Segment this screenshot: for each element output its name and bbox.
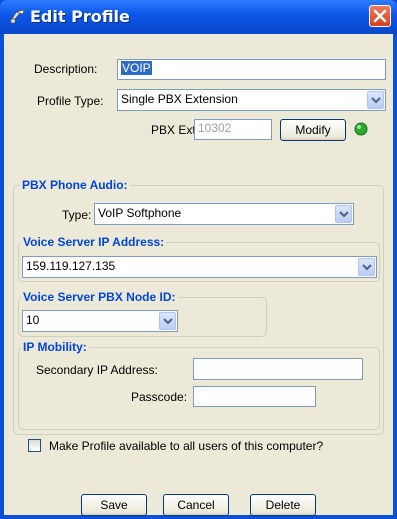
save-button[interactable]: Save: [81, 494, 147, 516]
description-label: Description:: [34, 62, 98, 76]
secondary-ip-label: Secondary IP Address:: [36, 363, 158, 377]
pbx-ext-value: 10302: [198, 121, 232, 135]
secondary-ip-input[interactable]: [193, 358, 363, 380]
cancel-button-label: Cancel: [177, 498, 215, 512]
audio-type-label: Type:: [62, 208, 92, 222]
make-available-label: Make Profile available to all users of t…: [49, 439, 324, 453]
voice-server-node-title: Voice Server PBX Node ID:: [21, 290, 178, 304]
edit-profile-window: Edit Profile Description: VOIP Profile T…: [0, 0, 397, 519]
title-bar[interactable]: Edit Profile: [0, 0, 397, 34]
audio-type-value: VoIP Softphone: [98, 206, 182, 220]
profile-type-select[interactable]: Single PBX Extension: [117, 89, 386, 111]
chevron-down-icon: [371, 97, 381, 104]
voice-server-node-dropdown-button[interactable]: [159, 312, 176, 330]
ip-mobility-title: IP Mobility:: [21, 340, 89, 354]
description-value: VOIP: [121, 61, 152, 75]
voice-server-node-select[interactable]: 10: [22, 310, 178, 332]
pbx-ext-label: PBX Ext:: [151, 123, 200, 137]
cancel-button[interactable]: Cancel: [163, 494, 229, 516]
status-indicator-icon: [354, 122, 368, 136]
modify-button-label: Modify: [295, 123, 331, 137]
close-button[interactable]: [369, 5, 391, 27]
chevron-down-icon: [362, 264, 372, 271]
description-input[interactable]: VOIP: [117, 59, 386, 80]
passcode-input[interactable]: [193, 386, 316, 407]
voice-server-ip-value: 159.119.127.135: [26, 259, 116, 273]
pbx-phone-audio-title: PBX Phone Audio:: [20, 178, 130, 192]
save-button-label: Save: [100, 498, 128, 512]
profile-type-dropdown-button[interactable]: [367, 91, 384, 109]
close-icon: [373, 9, 387, 23]
modify-button[interactable]: Modify: [280, 119, 346, 141]
profile-type-label: Profile Type:: [37, 94, 104, 108]
voice-server-node-value: 10: [26, 313, 40, 327]
audio-type-select[interactable]: VoIP Softphone: [94, 203, 354, 225]
delete-button[interactable]: Delete: [250, 494, 316, 516]
audio-type-dropdown-button[interactable]: [335, 205, 352, 223]
window-title: Edit Profile: [30, 7, 130, 26]
pbx-ext-input[interactable]: 10302: [194, 119, 272, 140]
voice-server-ip-title: Voice Server IP Address:: [21, 235, 167, 249]
chevron-down-icon: [163, 318, 173, 325]
phone-app-icon: [9, 9, 25, 24]
dialog-body: Description: VOIP Profile Type: Single P…: [4, 34, 393, 516]
profile-type-value: Single PBX Extension: [121, 92, 238, 106]
voice-server-ip-dropdown-button[interactable]: [358, 258, 375, 276]
chevron-down-icon: [339, 211, 349, 218]
make-available-checkbox[interactable]: [28, 439, 41, 452]
delete-button-label: Delete: [265, 498, 301, 512]
passcode-label: Passcode:: [131, 390, 188, 404]
voice-server-ip-select[interactable]: 159.119.127.135: [22, 256, 377, 278]
